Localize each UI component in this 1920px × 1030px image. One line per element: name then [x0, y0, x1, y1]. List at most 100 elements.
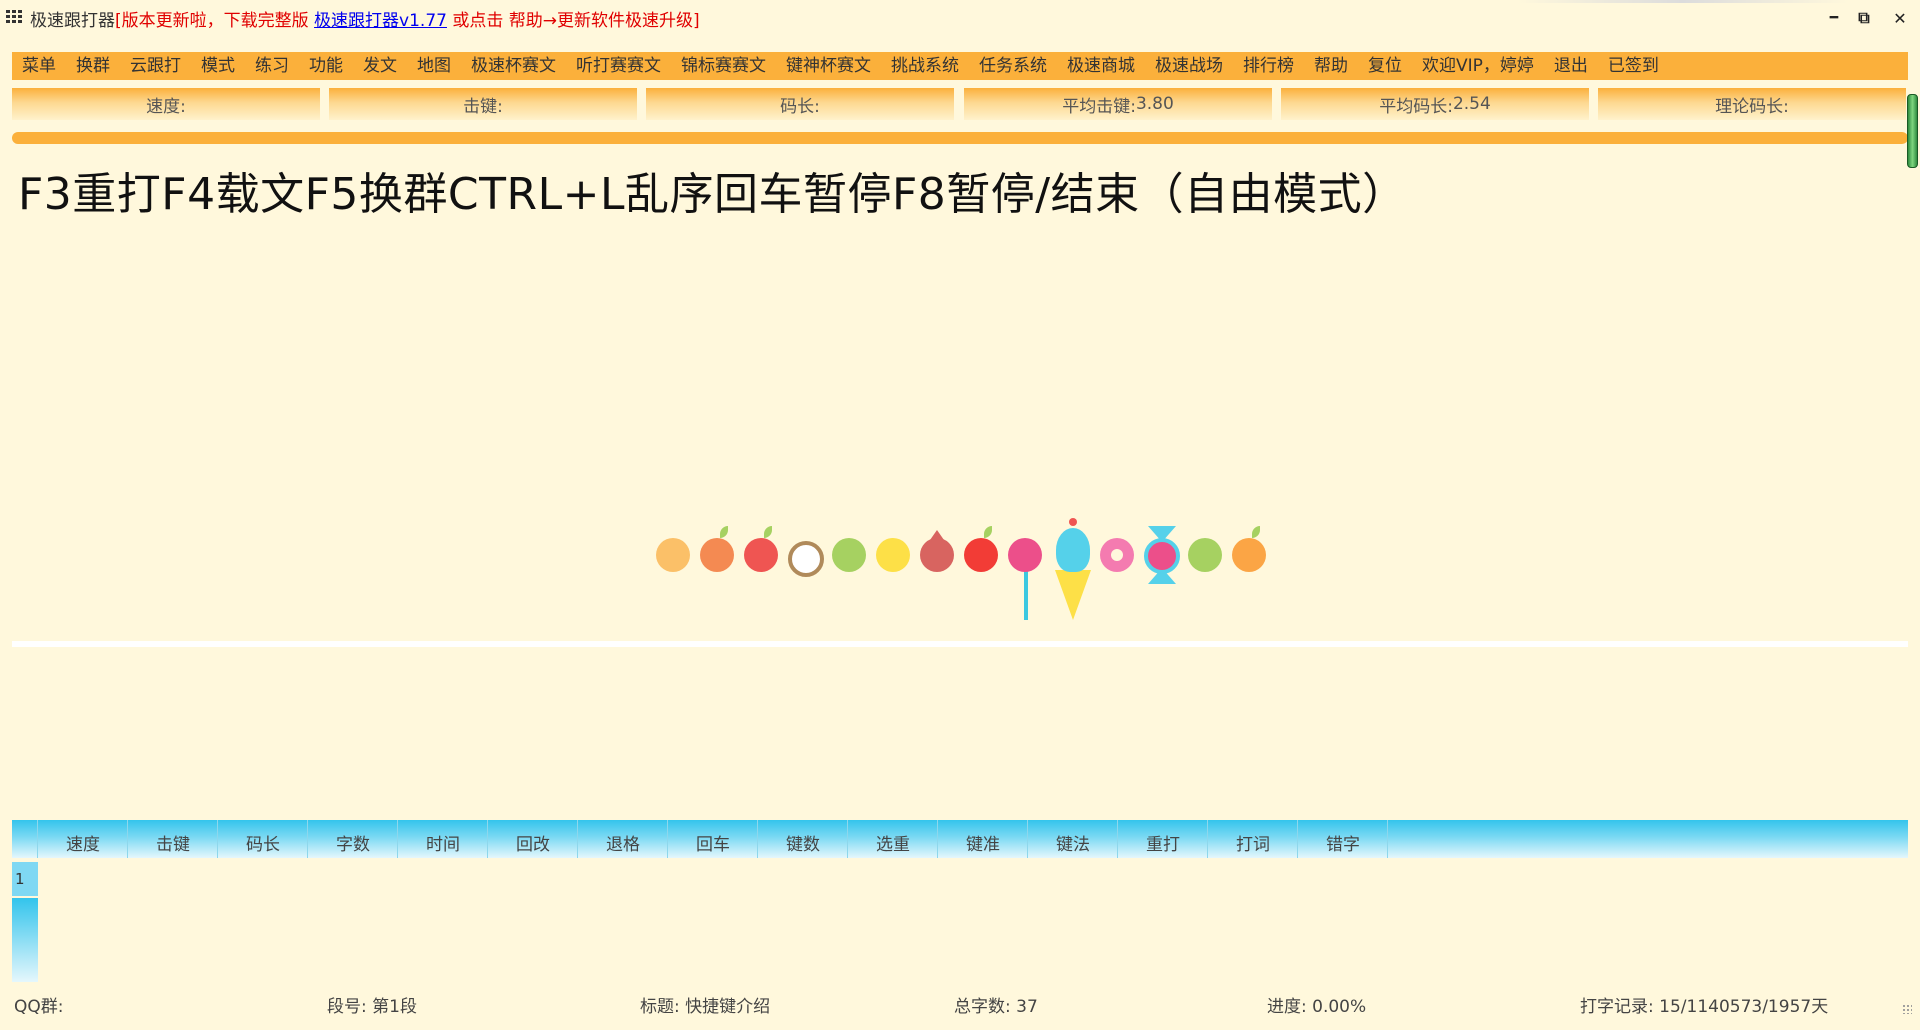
download-link[interactable]: 极速跟打器v1.77	[314, 11, 447, 31]
minimize-icon: ━	[1829, 10, 1839, 26]
menu-item-functions[interactable]: 功能	[299, 52, 353, 80]
status-typing-record: 打字记录: 15/1140573/1957天	[1580, 992, 1828, 1022]
menu-item-practice[interactable]: 练习	[245, 52, 299, 80]
ice-cream-cone-icon	[1055, 570, 1091, 620]
top-strip	[1518, 0, 1848, 3]
menu-item-switch-group[interactable]: 换群	[66, 52, 120, 80]
col-errors[interactable]: 错字	[1299, 820, 1388, 858]
peach-leaf-icon	[720, 526, 728, 538]
resize-grip-icon[interactable]	[1902, 1004, 1912, 1014]
stat-keystroke: 击键:	[329, 88, 637, 120]
col-corrections[interactable]: 回改	[489, 820, 578, 858]
title-bar: 极速跟打器[版本更新啦，下载完整版 极速跟打器v1.77 或点击 帮助→更新软件…	[0, 0, 1920, 36]
col-key-accuracy[interactable]: 键准	[939, 820, 1028, 858]
menu-item-exit[interactable]: 退出	[1544, 52, 1598, 80]
col-word-typing[interactable]: 打词	[1209, 820, 1298, 858]
restore-icon: ⧉	[1858, 8, 1870, 27]
table-row[interactable]: 1	[12, 862, 38, 896]
col-char-count[interactable]: 字数	[309, 820, 398, 858]
donut-ring-icon	[788, 541, 824, 577]
donut-hole-icon	[1111, 549, 1123, 561]
status-segment-value: 第1段	[366, 997, 417, 1017]
menu-item-shop[interactable]: 极速商城	[1057, 52, 1145, 80]
menu-item-welcome-vip[interactable]: 欢迎VIP，婷婷	[1412, 52, 1544, 80]
progress-divider	[12, 132, 1908, 144]
app-name: 极速跟打器	[30, 11, 115, 31]
orange-icon	[1232, 538, 1266, 572]
lemon-icon	[876, 538, 910, 572]
row-header-bar	[12, 898, 38, 982]
lollipop-stick-icon	[1024, 570, 1028, 620]
menu-item-reset[interactable]: 复位	[1358, 52, 1412, 80]
restore-button[interactable]: ⧉	[1850, 4, 1878, 32]
menu-item-help[interactable]: 帮助	[1304, 52, 1358, 80]
menu-item-tasks[interactable]: 任务系统	[969, 52, 1057, 80]
col-retype[interactable]: 重打	[1119, 820, 1208, 858]
status-title-value: 快捷键介绍	[679, 997, 771, 1017]
scrollbar-thumb[interactable]	[1907, 94, 1918, 168]
green-lime-icon	[1188, 538, 1222, 572]
pomegranate-icon	[920, 538, 954, 572]
apple-leaf-icon	[764, 526, 772, 538]
status-record-value: 15/1140573/1957天	[1653, 997, 1829, 1017]
col-key-method[interactable]: 键法	[1029, 820, 1118, 858]
stat-avg-code-length-label: 平均码长:	[1379, 96, 1453, 117]
cherry-icon	[1069, 518, 1077, 526]
window-title: 极速跟打器[版本更新啦，下载完整版 极速跟打器v1.77 或点击 帮助→更新软件…	[30, 6, 700, 31]
col-key-count[interactable]: 键数	[759, 820, 848, 858]
menu-item-leaderboard[interactable]: 排行榜	[1233, 52, 1304, 80]
col-backspace[interactable]: 退格	[579, 820, 668, 858]
title-bracket-close: ]	[693, 11, 700, 31]
status-title: 标题: 快捷键介绍	[640, 992, 770, 1022]
menu-item-speed-cup[interactable]: 极速杯赛文	[461, 52, 566, 80]
col-reselect[interactable]: 选重	[849, 820, 938, 858]
status-segment: 段号: 第1段	[327, 992, 417, 1022]
stat-theory-code-length: 理论码长:	[1598, 88, 1906, 120]
menu-item-battlefield[interactable]: 极速战场	[1145, 52, 1233, 80]
stat-code-length-label: 码长:	[780, 96, 820, 117]
status-segment-label: 段号:	[327, 997, 367, 1017]
menu-item-mode[interactable]: 模式	[191, 52, 245, 80]
update-notice-tail: 或点击 帮助→更新软件极速升级	[446, 11, 694, 31]
stat-avg-code-length: 平均码长: 2.54	[1281, 88, 1589, 120]
stats-bar: 速度: 击键: 码长: 平均击键: 3.80 平均码长: 2.54 理论码长:	[12, 88, 1908, 120]
minimize-button[interactable]: ━	[1820, 4, 1848, 32]
col-keystroke[interactable]: 击键	[129, 820, 218, 858]
red-apple-icon	[964, 538, 998, 572]
close-icon: ✕	[1893, 8, 1907, 28]
status-total-chars: 总字数: 37	[954, 992, 1038, 1022]
menu-item-send-text[interactable]: 发文	[353, 52, 407, 80]
col-time[interactable]: 时间	[399, 820, 488, 858]
close-button[interactable]: ✕	[1886, 4, 1914, 32]
col-code-length[interactable]: 码长	[219, 820, 308, 858]
status-progress-value: 0.00%	[1306, 997, 1367, 1017]
status-progress: 进度: 0.00%	[1267, 992, 1366, 1022]
status-record-label: 打字记录:	[1580, 997, 1654, 1017]
lollipop-icon	[1008, 538, 1042, 572]
menu-item-map[interactable]: 地图	[407, 52, 461, 80]
row-number: 1	[15, 870, 25, 888]
status-progress-label: 进度:	[1267, 997, 1307, 1017]
ice-cream-icon	[1056, 528, 1090, 572]
menu-item-challenge[interactable]: 挑战系统	[881, 52, 969, 80]
menu-item-championship[interactable]: 锦标赛赛文	[671, 52, 776, 80]
menu-item-key-god-cup[interactable]: 键神杯赛文	[776, 52, 881, 80]
menu-item-menu[interactable]: 菜单	[12, 52, 66, 80]
stat-avg-code-length-value: 2.54	[1452, 94, 1491, 114]
menu-item-cloud-typing[interactable]: 云跟打	[120, 52, 191, 80]
stat-code-length: 码长:	[646, 88, 954, 120]
menu-item-listening-contest[interactable]: 听打赛赛文	[566, 52, 671, 80]
stat-speed: 速度:	[12, 88, 320, 120]
status-bar: QQ群: 段号: 第1段 标题: 快捷键介绍 总字数: 37 进度: 0.00%…	[0, 992, 1920, 1022]
results-table-header: 速度 击键 码长 字数 时间 回改 退格 回车 键数 选重 键准 键法 重打 打…	[12, 820, 1908, 858]
col-enter[interactable]: 回车	[669, 820, 758, 858]
col-speed[interactable]: 速度	[39, 820, 128, 858]
stat-speed-label: 速度:	[146, 96, 186, 117]
title-bracket-open: [	[115, 11, 122, 31]
menu-item-checked-in[interactable]: 已签到	[1598, 52, 1669, 80]
orange-fruit-icon	[656, 538, 690, 572]
lime-icon	[832, 538, 866, 572]
pomegranate-crown-icon	[930, 530, 944, 540]
app-grid-icon[interactable]	[6, 10, 24, 24]
typing-input-area[interactable]	[12, 641, 1908, 647]
